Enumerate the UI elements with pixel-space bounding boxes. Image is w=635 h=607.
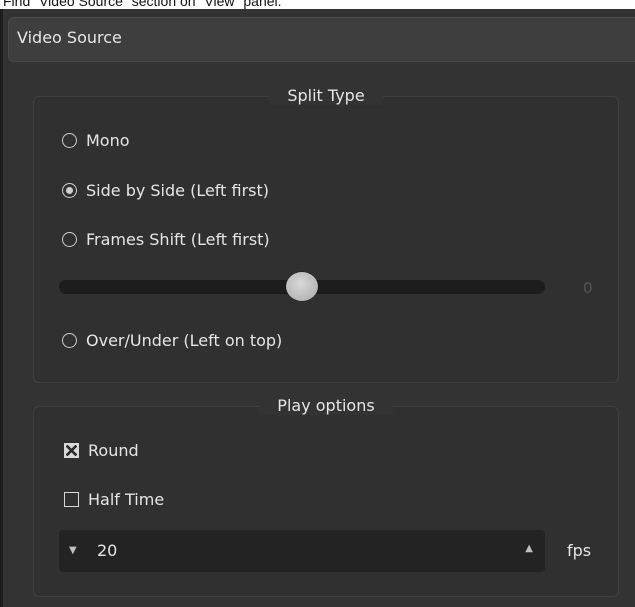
round-label: Round xyxy=(88,440,139,460)
radio-over-under-label: Over/Under (Left on top) xyxy=(86,330,283,350)
panel-title: Video Source xyxy=(17,28,122,47)
radio-over-under[interactable]: Over/Under (Left on top) xyxy=(62,327,282,353)
radio-side-by-side-indicator[interactable] xyxy=(62,182,77,198)
half-time-checkbox[interactable] xyxy=(64,491,79,507)
half-time-label: Half Time xyxy=(88,489,165,509)
radio-mono-indicator[interactable] xyxy=(62,132,77,148)
radio-frames-shift-indicator[interactable] xyxy=(62,231,77,247)
triangle-down-icon[interactable]: ▼ xyxy=(69,545,77,556)
video-source-header[interactable]: Video Source xyxy=(8,17,635,62)
radio-frames-shift-label: Frames Shift (Left first) xyxy=(86,229,270,249)
checkbox-round[interactable]: Round xyxy=(64,437,139,463)
frames-shift-slider-handle[interactable] xyxy=(286,272,318,301)
checkbox-half-time[interactable]: Half Time xyxy=(64,486,164,512)
split-type-title: Split Type xyxy=(269,86,383,105)
page-caption: Find "Video Source" section on "View" pa… xyxy=(3,0,282,9)
round-checkbox[interactable] xyxy=(64,442,79,458)
triangle-up-icon[interactable]: ▲ xyxy=(525,543,533,554)
x-mark-icon xyxy=(66,444,77,456)
fps-value[interactable]: 20 xyxy=(97,541,117,560)
radio-frames-shift[interactable]: Frames Shift (Left first) xyxy=(62,226,270,252)
radio-side-by-side-label: Side by Side (Left first) xyxy=(86,180,270,200)
play-options-title: Play options xyxy=(259,396,393,415)
fps-spinbox[interactable]: ▼ 20 ▲ xyxy=(59,530,545,572)
radio-mono[interactable]: Mono xyxy=(62,127,130,153)
fps-unit-label: fps xyxy=(567,541,592,560)
radio-mono-label: Mono xyxy=(86,130,130,150)
frames-shift-value: 0 xyxy=(583,279,593,297)
radio-side-by-side[interactable]: Side by Side (Left first) xyxy=(62,177,269,203)
radio-over-under-indicator[interactable] xyxy=(62,332,77,348)
